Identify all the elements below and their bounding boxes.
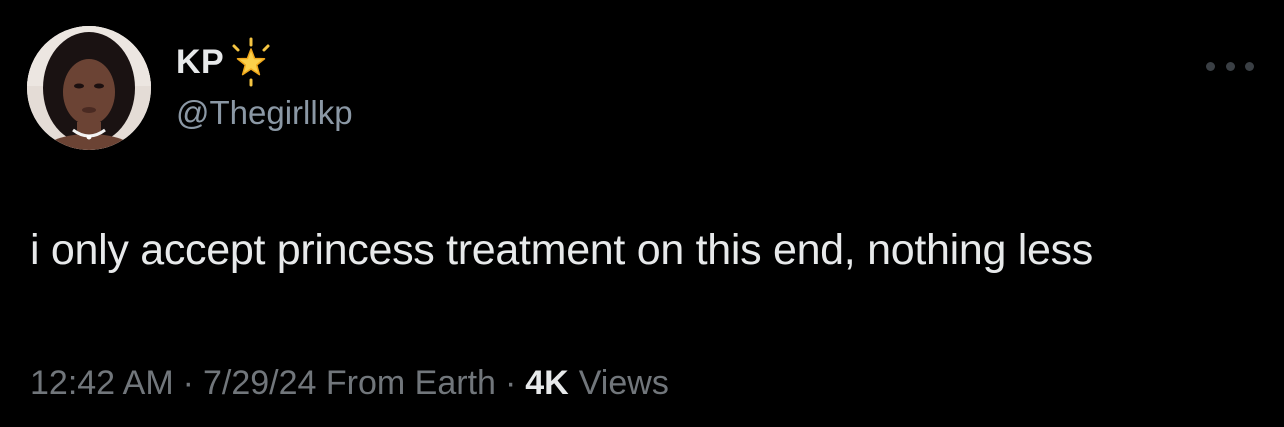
avatar[interactable] [27, 26, 151, 150]
tweet-metadata: 12:42 AM · 7/29/24 From Earth · 4K Views [30, 364, 669, 403]
avatar-photo [27, 26, 151, 150]
tweet-card: KP @Thegirllkp i only accept princess tr… [0, 0, 1284, 427]
author-handle[interactable]: @Thegirllkp [176, 94, 353, 132]
author-display-name[interactable]: KP [176, 43, 224, 82]
tweet-text: i only accept princess treatment on this… [30, 226, 1093, 274]
views-label: Views [578, 364, 669, 402]
meta-separator: · [504, 364, 517, 402]
glowing-star-icon [226, 37, 276, 87]
views-count: 4K [525, 364, 569, 402]
more-horizontal-icon[interactable] [1206, 56, 1254, 76]
tweet-time[interactable]: 12:42 AM [30, 364, 174, 403]
meta-separator: · [182, 364, 194, 402]
tweet-date[interactable]: 7/29/24 [203, 364, 316, 403]
author-name-row: KP [176, 37, 276, 87]
tweet-source: From Earth [325, 364, 496, 402]
